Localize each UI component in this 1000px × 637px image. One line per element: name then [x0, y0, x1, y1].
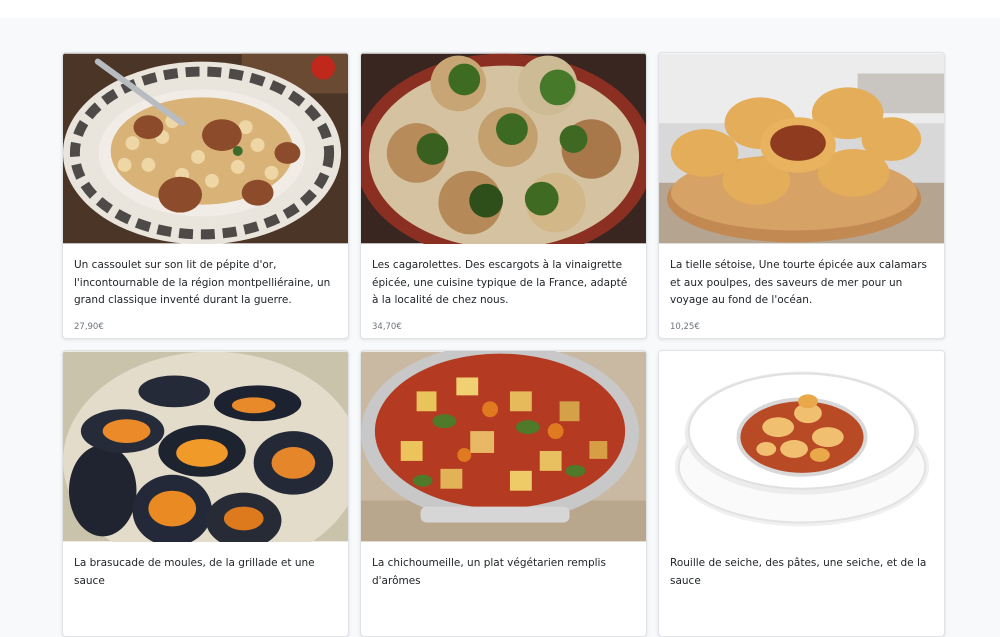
tielle-photo	[659, 53, 944, 244]
product-price: 34,70€	[372, 321, 402, 332]
product-description: Rouille de seiche, des pâtes, une seiche…	[670, 557, 927, 587]
rouille-seiche-photo	[659, 351, 944, 542]
moules-photo	[63, 351, 348, 542]
card-body: La chichoumeille, un plat végétarien rem…	[361, 542, 646, 602]
escargots-photo	[361, 53, 646, 244]
product-price: 27,90€	[74, 321, 104, 332]
card-body: Un cassoulet sur son lit de pépite d'or,…	[63, 244, 348, 332]
card-body: Rouille de seiche, des pâtes, une seiche…	[659, 542, 944, 602]
product-card[interactable]: La chichoumeille, un plat végétarien rem…	[360, 350, 647, 637]
top-navbar	[0, 0, 1000, 18]
card-body: La brasucade de moules, de la grillade e…	[63, 542, 348, 602]
product-grid: Un cassoulet sur son lit de pépite d'or,…	[62, 52, 945, 637]
product-price: 10,25€	[670, 321, 700, 332]
ratatouille-photo	[361, 351, 646, 542]
product-card[interactable]: Un cassoulet sur son lit de pépite d'or,…	[62, 52, 349, 339]
card-body: La tielle sétoise, Une tourte épicée aux…	[659, 244, 944, 332]
product-description: La brasucade de moules, de la grillade e…	[74, 557, 315, 587]
product-description: La tielle sétoise, Une tourte épicée aux…	[670, 259, 928, 306]
product-description: Les cagarolettes. Des escargots à la vin…	[372, 259, 628, 306]
cassoulet-photo	[63, 53, 348, 244]
product-card[interactable]: La brasucade de moules, de la grillade e…	[62, 350, 349, 637]
product-card[interactable]: Rouille de seiche, des pâtes, une seiche…	[658, 350, 945, 637]
card-body: Les cagarolettes. Des escargots à la vin…	[361, 244, 646, 332]
product-card[interactable]: Les cagarolettes. Des escargots à la vin…	[360, 52, 647, 339]
product-description: Un cassoulet sur son lit de pépite d'or,…	[74, 259, 331, 306]
product-card[interactable]: La tielle sétoise, Une tourte épicée aux…	[658, 52, 945, 339]
product-description: La chichoumeille, un plat végétarien rem…	[372, 557, 606, 587]
